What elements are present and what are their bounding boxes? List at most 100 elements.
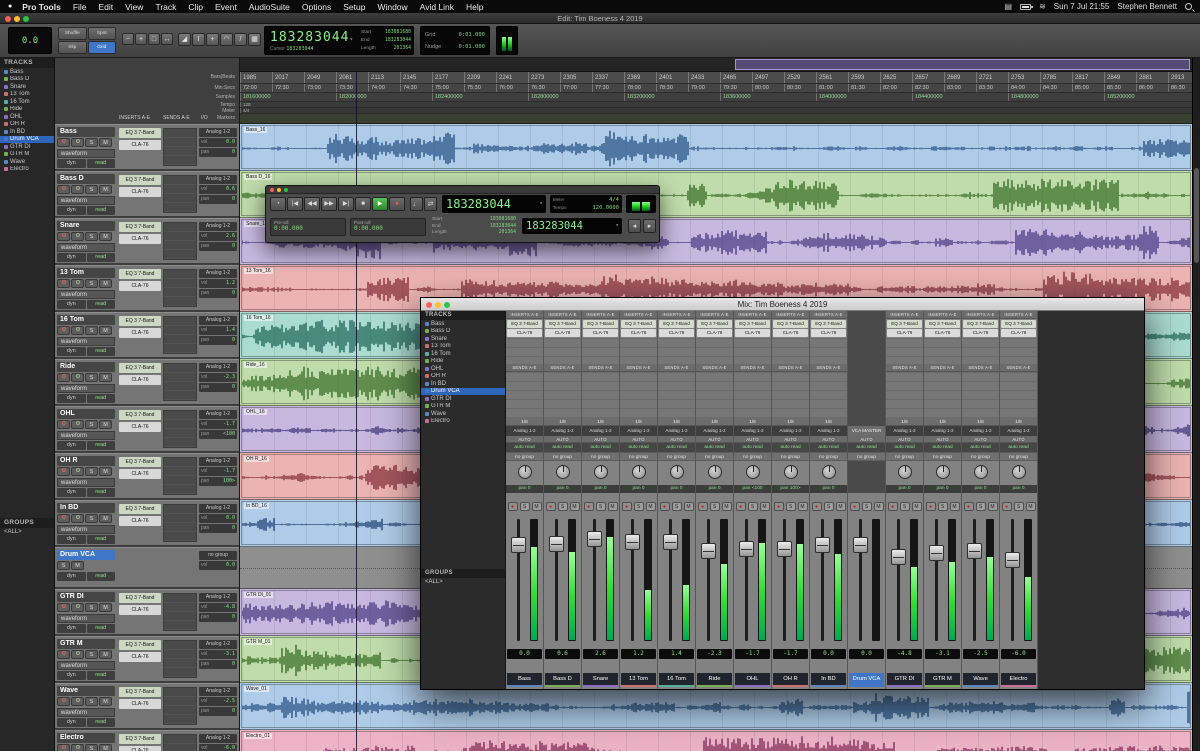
track-list-item-snare[interactable]: Snare	[0, 83, 54, 91]
automation-mode-button[interactable]: auto read	[582, 443, 619, 452]
volume-readout[interactable]: 0.6	[226, 185, 235, 194]
pan-knob[interactable]	[886, 461, 923, 485]
solo-button[interactable]: S	[672, 502, 682, 511]
volume-readout[interactable]: -4.8	[223, 603, 235, 612]
group-assignment-button[interactable]: no group	[620, 452, 657, 461]
volume-fader[interactable]	[739, 541, 754, 557]
elastic-audio-button[interactable]: dyn	[57, 488, 86, 497]
track-list-item-drum-vca[interactable]: Drum VCA	[421, 388, 505, 396]
group-assignment[interactable]: no group	[199, 551, 237, 560]
mute-button[interactable]: M	[99, 420, 112, 429]
insert-slot-cla76[interactable]: CLA-76	[507, 329, 542, 337]
track-view-selector[interactable]: waveform	[57, 708, 115, 717]
insert-slot-cla76[interactable]: CLA-76	[1001, 329, 1036, 337]
menu-options[interactable]: Options	[296, 2, 337, 12]
record-enable-button[interactable]	[57, 138, 70, 147]
edit-lane-electro[interactable]: Electro_01	[240, 730, 1192, 751]
group-assignment-button[interactable]: no group	[506, 452, 543, 461]
nudge-value-field[interactable]: 0:01.000	[459, 41, 486, 53]
solo-button[interactable]: S	[596, 502, 606, 511]
strip-track-name[interactable]: Wave	[963, 673, 998, 687]
online-button[interactable]: ◔	[270, 197, 286, 211]
pan-knob[interactable]	[734, 461, 771, 485]
record-enable-button[interactable]	[57, 185, 70, 194]
zoom-toggle-button[interactable]: □	[148, 33, 160, 45]
solo-button[interactable]: S	[57, 561, 70, 570]
pan-value[interactable]: pan 0	[544, 485, 581, 493]
pan-value[interactable]: pan 0	[886, 485, 923, 493]
return-to-zero-button[interactable]: |◀	[287, 197, 303, 211]
track-list-item-in-bd[interactable]: In BD	[421, 380, 505, 388]
strip-track-name[interactable]: OHL	[735, 673, 770, 687]
output-path-button[interactable]: Analog 1-2	[199, 457, 237, 466]
solo-button[interactable]: S	[85, 744, 98, 751]
menu-file[interactable]: File	[67, 2, 93, 12]
mute-button[interactable]: M	[798, 502, 808, 511]
send-slots-empty[interactable]	[962, 372, 999, 417]
ruler-markers[interactable]	[240, 114, 1192, 124]
send-slots-empty[interactable]	[658, 372, 695, 417]
pan-knob[interactable]	[582, 461, 619, 485]
grid-value-field[interactable]: 0:01.000	[459, 29, 486, 41]
record-enable-button[interactable]	[57, 420, 70, 429]
input-monitor-button[interactable]	[71, 514, 84, 523]
automation-mode-button[interactable]: read	[87, 394, 116, 403]
record-enable-button[interactable]: ●	[1002, 502, 1012, 511]
close-icon[interactable]	[270, 188, 274, 192]
track-name-button[interactable]: OHL	[57, 409, 115, 419]
automation-mode-button[interactable]: auto read	[544, 443, 581, 452]
groups-panel-header[interactable]: GROUPS	[0, 518, 54, 528]
track-view-selector[interactable]: waveform	[57, 478, 115, 487]
insert-slot-eq3-7band[interactable]: EQ 3 7-Band	[811, 320, 846, 328]
record-enable-button[interactable]: ●	[774, 502, 784, 511]
solo-button[interactable]: S	[976, 502, 986, 511]
insert-slot-eq3-7band[interactable]: EQ 3 7-Band	[887, 320, 922, 328]
automation-mode-button[interactable]: read	[87, 300, 116, 309]
group-list-item[interactable]: <ALL>	[421, 578, 505, 586]
pan-readout[interactable]: 0	[232, 195, 235, 204]
transport-counter[interactable]: 183283044▾	[442, 195, 546, 213]
insert-slot-cla76[interactable]: CLA-76	[735, 329, 770, 337]
minimize-icon[interactable]	[435, 302, 441, 308]
automation-mode-button[interactable]: auto read	[734, 443, 771, 452]
volume-fader[interactable]	[967, 543, 982, 559]
group-assignment-button[interactable]: no group	[848, 452, 885, 461]
elastic-audio-button[interactable]: dyn	[57, 671, 86, 680]
insert-slot-cla76[interactable]: CLA-76	[811, 329, 846, 337]
input-path-button[interactable]: 1/8	[658, 417, 695, 426]
solo-button[interactable]: S	[748, 502, 758, 511]
solo-button[interactable]: S	[85, 373, 98, 382]
group-assignment-button[interactable]: no group	[810, 452, 847, 461]
send-slots-empty[interactable]	[772, 372, 809, 417]
insert-eq3-7band[interactable]: EQ 3 7-Band	[119, 363, 161, 373]
elastic-audio-button[interactable]: dyn	[57, 347, 86, 356]
track-list-item-oh-r[interactable]: OH R	[0, 121, 54, 129]
send-slots-empty[interactable]	[696, 372, 733, 417]
volume-fader[interactable]	[625, 534, 640, 550]
insert-eq3-7band[interactable]: EQ 3 7-Band	[119, 687, 161, 697]
sends-column[interactable]	[163, 222, 197, 260]
mute-button[interactable]: M	[1026, 502, 1036, 511]
solo-button[interactable]: S	[634, 502, 644, 511]
mute-button[interactable]: M	[760, 502, 770, 511]
mute-button[interactable]: M	[71, 561, 84, 570]
automation-mode-button[interactable]: read	[87, 159, 116, 168]
solo-button[interactable]: S	[85, 603, 98, 612]
mute-button[interactable]: M	[950, 502, 960, 511]
automation-mode-button[interactable]: auto read	[848, 443, 885, 452]
pan-value[interactable]: pan <100	[734, 485, 771, 493]
insert-slot-cla76[interactable]: CLA-76	[963, 329, 998, 337]
zoom-out-button[interactable]: −	[122, 33, 134, 45]
ruler-name-bars-beats[interactable]: Bars|Beats	[211, 74, 235, 80]
insert-slots-empty[interactable]	[506, 338, 543, 364]
solo-button[interactable]: S	[85, 420, 98, 429]
record-enable-button[interactable]	[57, 279, 70, 288]
track-list-item-13-tom[interactable]: 13 Tom	[421, 343, 505, 351]
volume-fader[interactable]	[929, 545, 944, 561]
insert-slot-eq3-7band[interactable]: EQ 3 7-Band	[659, 320, 694, 328]
record-enable-button[interactable]: ●	[584, 502, 594, 511]
zoom-icon[interactable]	[23, 16, 29, 22]
track-view-selector[interactable]: waveform	[57, 384, 115, 393]
stop-button[interactable]: ■	[355, 197, 371, 211]
strip-track-name[interactable]: Ride	[697, 673, 732, 687]
